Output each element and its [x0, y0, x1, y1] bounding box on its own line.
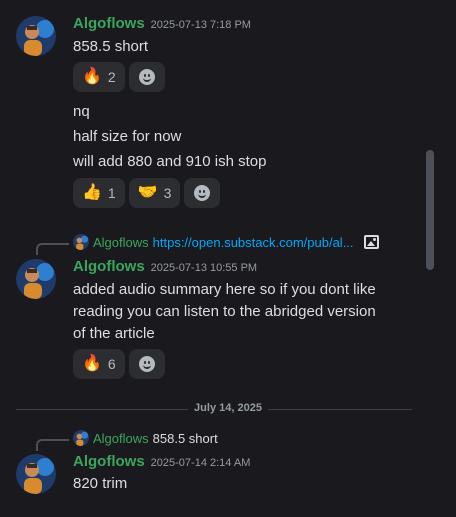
smiley-add-reaction-icon [138, 69, 155, 85]
author-name[interactable]: Algoflows [73, 15, 145, 32]
smiley-add-reaction-icon [138, 356, 155, 372]
reply-avatar [73, 430, 89, 446]
fire-emoji-icon: 🔥 [82, 68, 102, 85]
author-name[interactable]: Algoflows [73, 453, 145, 470]
message-text: will add 880 and 910 ish stop [73, 153, 267, 170]
message-header: Algoflows 2025-07-13 7:18 PM [73, 15, 251, 33]
date-divider: July 14, 2025 [188, 402, 268, 414]
timestamp[interactable]: 2025-07-13 10:55 PM [151, 262, 257, 274]
reaction-thumbs-up[interactable]: 👍 1 [73, 178, 125, 208]
reply-author[interactable]: Algoflows [93, 235, 149, 250]
reaction-handshake[interactable]: 🤝 3 [128, 178, 181, 208]
author-name[interactable]: Algoflows [73, 258, 145, 275]
reaction-bar: 🔥 6 [73, 349, 165, 379]
reaction-bar: 👍 1 🤝 3 [73, 178, 221, 208]
reply-preview[interactable]: Algoflows 858.5 short [73, 430, 218, 446]
reply-preview[interactable]: Algoflows https://open.substack.com/pub/… [73, 234, 379, 250]
timestamp[interactable]: 2025-07-14 2:14 AM [151, 457, 251, 469]
message-text: of the article [73, 325, 155, 342]
reply-author[interactable]: Algoflows [93, 431, 149, 446]
message-text: 858.5 short [73, 38, 149, 55]
reaction-fire[interactable]: 🔥 2 [73, 62, 125, 92]
message-text: 820 trim [73, 475, 128, 492]
timestamp[interactable]: 2025-07-13 7:18 PM [151, 19, 251, 31]
fire-emoji-icon: 🔥 [82, 355, 102, 372]
handshake-emoji-icon: 🤝 [137, 184, 158, 201]
message-header: Algoflows 2025-07-13 10:55 PM [73, 258, 257, 276]
reaction-count: 6 [107, 356, 116, 372]
message-header: Algoflows 2025-07-14 2:14 AM [73, 453, 250, 471]
reply-avatar [73, 234, 89, 250]
message-text: reading you can listen to the abridged v… [73, 303, 376, 320]
reaction-count: 3 [163, 185, 172, 201]
add-reaction-button[interactable] [184, 178, 221, 208]
image-icon [363, 235, 379, 249]
reaction-fire[interactable]: 🔥 6 [73, 349, 125, 379]
avatar[interactable] [16, 259, 56, 299]
add-reaction-button[interactable] [128, 349, 165, 379]
message-text: half size for now [73, 128, 182, 145]
message-text: added audio summary here so if you dont … [73, 281, 376, 298]
avatar[interactable] [16, 16, 56, 56]
scrollbar-thumb[interactable] [426, 150, 434, 270]
reaction-bar: 🔥 2 [73, 62, 165, 92]
add-reaction-button[interactable] [128, 62, 165, 92]
reaction-count: 1 [107, 185, 116, 201]
thumbs-up-emoji-icon: 👍 [82, 184, 102, 201]
reply-link[interactable]: https://open.substack.com/pub/al... [153, 235, 354, 250]
avatar[interactable] [16, 454, 56, 494]
message-text: nq [73, 103, 90, 120]
reply-text[interactable]: 858.5 short [153, 431, 218, 446]
reaction-count: 2 [107, 69, 116, 85]
chat-view: Algoflows 2025-07-13 7:18 PM 858.5 short … [0, 0, 456, 517]
reply-spine [36, 439, 69, 451]
reply-spine [36, 243, 69, 255]
smiley-add-reaction-icon [194, 185, 211, 201]
